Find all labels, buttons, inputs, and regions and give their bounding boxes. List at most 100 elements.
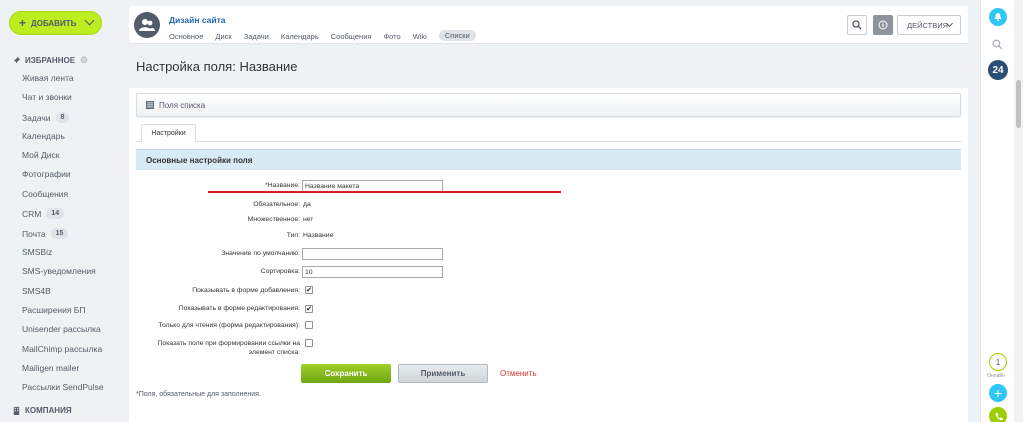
multiple-value: нет (303, 216, 314, 223)
sidebar-item-label: Почта (22, 228, 46, 239)
required-value: да (303, 201, 311, 208)
search-icon (852, 20, 862, 30)
tab-messages[interactable]: Сообщения (331, 32, 372, 41)
online-counter[interactable]: 1 (989, 353, 1007, 371)
sidebar-item-label: CRM (22, 208, 42, 219)
favorites-header[interactable]: ИЗБРАННОЕ ⚙ (12, 55, 88, 66)
company-header[interactable]: КОМПАНИЯ (12, 406, 72, 415)
section-header: Основные настройки поля (136, 149, 961, 170)
tab-wiki[interactable]: Wiki (413, 32, 427, 41)
tab-divider (136, 141, 961, 142)
save-button[interactable]: Сохранить (301, 364, 391, 383)
sidebar-item-label: Фотографии (22, 169, 71, 179)
sidebar-item[interactable]: Задачи 8 (22, 112, 70, 123)
show-link-checkbox[interactable] (305, 339, 313, 347)
actions-label: ДЕЙСТВИЯ (907, 20, 949, 30)
info-icon (878, 20, 888, 30)
add-button-label: ДОБАВИТЬ (31, 18, 77, 28)
count-badge: 8 (55, 112, 70, 123)
chevron-down-icon (84, 15, 95, 26)
group-avatar-icon[interactable] (134, 12, 160, 38)
left-sidebar: + ДОБАВИТЬ ИЗБРАННОЕ ⚙ Живая лента Чат и … (0, 0, 119, 422)
scrollbar[interactable] (1014, 0, 1023, 422)
sidebar-item[interactable]: Живая лента (22, 73, 74, 83)
sidebar-item-label: Календарь (22, 131, 65, 141)
cancel-link[interactable]: Отменить (500, 369, 537, 378)
sidebar-item-label: Чат и звонки (22, 92, 72, 102)
sidebar-item[interactable]: Фотографии (22, 169, 71, 179)
pin-icon (12, 56, 21, 65)
bell-icon[interactable] (989, 8, 1007, 26)
building-icon (13, 406, 20, 415)
sidebar-item[interactable]: Рассылки SendPulse (22, 382, 104, 392)
group-tabs: Основное Диск Задачи Календарь Сообщения… (169, 30, 488, 41)
gear-icon[interactable]: ⚙ (80, 55, 88, 66)
help-button[interactable] (873, 15, 893, 35)
default-value-input[interactable] (302, 248, 443, 260)
type-value: Название (303, 232, 334, 239)
multiple-label: Множественное: (247, 216, 300, 223)
sidebar-item-label: Сообщения (22, 189, 69, 199)
apply-button[interactable]: Применить (398, 364, 488, 383)
show-add-label: Показывать в форме добавления: (192, 287, 300, 294)
readonly-checkbox[interactable] (305, 321, 313, 329)
show-add-checkbox[interactable]: ✔ (305, 286, 313, 294)
sidebar-item-label: SMSBiz (22, 247, 53, 257)
bitrix24-logo[interactable]: 24 (988, 60, 1008, 80)
tab-settings[interactable]: Настройки (141, 124, 196, 142)
sidebar-item[interactable]: Мой Диск (22, 150, 60, 160)
default-value-label: Значение по умолчанию: (221, 250, 300, 257)
count-badge: 15 (50, 228, 69, 239)
sidebar-item-label: Расширения БП (22, 305, 86, 315)
tab-disk[interactable]: Диск (215, 32, 231, 41)
sidebar-item-label: Рассылки SendPulse (22, 382, 104, 392)
red-underline-annotation (208, 191, 561, 193)
tab-main[interactable]: Основное (169, 32, 203, 41)
phone-icon[interactable] (989, 407, 1007, 422)
sidebar-item-label: SMS4B (22, 286, 51, 296)
plus-icon[interactable]: + (989, 384, 1007, 402)
group-title[interactable]: Дизайн сайта (169, 15, 226, 25)
list-fields-label: Поля списка (159, 100, 206, 110)
show-edit-checkbox[interactable]: ✔ (305, 305, 313, 313)
sidebar-item-label: Живая лента (22, 73, 74, 83)
sidebar-item[interactable]: CRM 14 (22, 208, 65, 219)
readonly-label: Только для чтения (форма редактирования)… (158, 322, 300, 329)
search-button[interactable] (847, 15, 867, 35)
show-link-label: Показать поле при формировании ссылки на… (157, 340, 300, 356)
group-header: Дизайн сайта Основное Диск Задачи Календ… (129, 6, 968, 44)
sidebar-item[interactable]: SMS4B (22, 286, 51, 296)
add-button[interactable]: + ДОБАВИТЬ (9, 11, 102, 35)
sidebar-item-label: Mailigen mailer (22, 363, 80, 373)
list-fields-bar[interactable]: Поля списка (136, 93, 961, 117)
company-title: КОМПАНИЯ (25, 406, 72, 415)
sidebar-item[interactable]: Mailigen mailer (22, 363, 79, 373)
favorites-title: ИЗБРАННОЕ (25, 56, 76, 65)
required-footnote: *Поля, обязательные для заполнения. (136, 391, 261, 398)
sidebar-item[interactable]: MailChimp рассылка (22, 344, 102, 354)
sidebar-item[interactable]: Чат и звонки (22, 92, 72, 102)
tab-photo[interactable]: Фото (383, 32, 400, 41)
page-title: Настройка поля: Название (136, 59, 298, 74)
sort-label: Сортировка: (260, 268, 300, 275)
type-label: Тип: (286, 232, 300, 239)
sidebar-item[interactable]: Расширения БП (22, 305, 85, 315)
sidebar-item[interactable]: Сообщения (22, 189, 68, 199)
scroll-thumb[interactable] (1016, 80, 1021, 128)
required-label: Обязательное: (253, 201, 300, 208)
count-badge: 14 (46, 208, 65, 219)
actions-dropdown[interactable]: ДЕЙСТВИЯ (897, 15, 961, 35)
list-icon (146, 101, 154, 109)
show-edit-label: Показывать в форме редактирования: (178, 305, 300, 312)
sidebar-item[interactable]: Почта 15 (22, 228, 69, 239)
sort-input[interactable] (302, 266, 443, 278)
name-label: *Название: (265, 182, 300, 189)
tab-calendar[interactable]: Календарь (281, 32, 319, 41)
search-icon[interactable] (992, 37, 1003, 55)
tab-tasks[interactable]: Задачи (244, 32, 269, 41)
tab-lists[interactable]: Списки (438, 30, 476, 41)
sidebar-item-label: Задачи (22, 112, 51, 123)
sidebar-item[interactable]: Календарь (22, 131, 65, 141)
sidebar-item[interactable]: SMSBiz (22, 247, 52, 257)
online-label: Онлайн (987, 373, 1005, 379)
